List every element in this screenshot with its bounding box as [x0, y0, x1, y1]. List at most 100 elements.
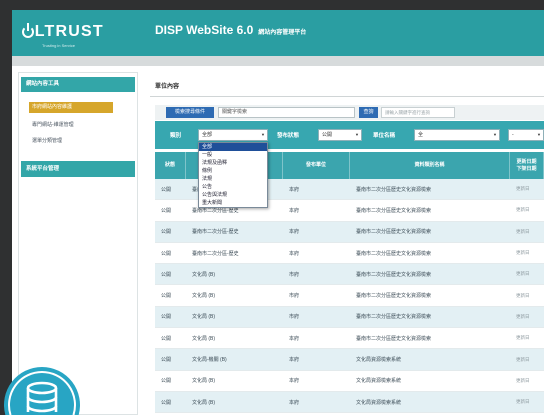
chevron-down-icon: ▼	[261, 132, 265, 137]
logo[interactable]: ULTRUST	[22, 21, 122, 43]
cell-status: 公開	[161, 293, 172, 300]
cell-title[interactable]: 臺南市二次分區-歷史	[186, 243, 283, 263]
cell-status: 公開	[161, 357, 172, 364]
cell-title[interactable]: 文化局 (B)	[186, 371, 283, 391]
cell-status: 公開	[161, 314, 172, 321]
cell-category: 文化局資源檢索系統	[356, 378, 402, 385]
cell-title[interactable]: 文化局 (B)	[186, 392, 283, 412]
table-body: 公開臺南市二次分區-歷史本府臺南市二次分區歷史文化資源檢索更新日公開臺南市二次分…	[155, 179, 544, 414]
cell-status: 公開	[161, 229, 172, 236]
cell-date: 更新日	[516, 186, 530, 192]
unit-select[interactable]: 全 ▼	[414, 129, 500, 141]
table-row[interactable]: 公開 文化局 (B) 本府 文化局資源檢索系統 更新日	[155, 391, 544, 414]
category-dropdown-list: 全部 一般 法規及函釋 條例 法規 公告 公告與法規 重大新聞	[198, 142, 268, 208]
column-header-unit[interactable]: 發布單位	[283, 152, 350, 179]
category-option[interactable]: 法規及函釋	[199, 159, 267, 167]
app-subtitle: 網站內容管理平台	[258, 30, 307, 36]
cell-date: 更新日	[516, 271, 530, 277]
sidebar-section-header[interactable]: 網站內容工具	[21, 77, 135, 92]
cell-category: 文化局資源檢索系統	[356, 357, 402, 364]
cell-title[interactable]: 文化局 (B)	[186, 285, 283, 305]
title-divider	[150, 96, 544, 97]
power-u-icon	[22, 23, 34, 38]
cell-date: 更新日	[516, 292, 530, 298]
sidebar-item-content-maintenance[interactable]: 市府網站內容維護	[29, 102, 113, 113]
cell-date: 更新日	[516, 356, 530, 362]
cell-status: 公開	[161, 378, 172, 385]
chevron-down-icon: ▼	[493, 132, 497, 137]
column-header-status[interactable]: 狀態	[155, 152, 186, 179]
chevron-down-icon: ▼	[355, 132, 359, 137]
status-select-value: 公開	[322, 132, 333, 138]
category-option[interactable]: 公告與法規	[199, 191, 267, 199]
sidebar-item-menu-category[interactable]: 選單分類管理	[29, 136, 113, 147]
cell-date: 更新日	[516, 250, 530, 256]
category-select[interactable]: 全部 ▼	[198, 129, 268, 141]
cell-title[interactable]: 文化局 (B)	[186, 264, 283, 284]
search-hint-field[interactable]: 請輸入關鍵字進行查詢	[381, 107, 455, 118]
cell-unit: 本府	[289, 250, 300, 257]
column-header-date[interactable]: 更新日期 下架日期	[510, 152, 544, 179]
table-row[interactable]: 公開 文化局 (B) 市府 臺南市二次分區歷史文化資源檢索 更新日	[155, 306, 544, 329]
cell-status: 公開	[161, 186, 172, 193]
search-button[interactable]: 查詢	[359, 107, 378, 118]
table-row[interactable]: 公開 文化局-機關 (B) 本府 文化局資源檢索系統 更新日	[155, 349, 544, 371]
table-row[interactable]: 公開 文化局 (B) 市府 臺南市二次分區歷史文化資源檢索 更新日	[155, 264, 544, 286]
cell-category: 臺南市二次分區歷史文化資源檢索	[356, 186, 432, 193]
cell-unit: 本府	[289, 207, 300, 214]
chevron-down-icon: ▼	[537, 132, 541, 137]
cell-unit: 本府	[289, 399, 300, 406]
cell-unit: 市府	[289, 293, 300, 300]
cell-title[interactable]: 文化局 (B)	[186, 307, 283, 327]
table-row[interactable]: 公開 文化局 (B) 市府 臺南市二次分區歷史文化資源檢索 更新日	[155, 285, 544, 307]
cell-status: 公開	[161, 399, 172, 406]
cell-category: 臺南市二次分區歷史文化資源檢索	[356, 250, 432, 257]
cell-unit: 本府	[289, 186, 300, 193]
cell-title[interactable]: 文化局-機關 (B)	[186, 349, 283, 369]
category-option[interactable]: 重大新聞	[199, 199, 267, 207]
cell-category: 臺南市二次分區歷史文化資源檢索	[356, 293, 432, 300]
cell-category: 臺南市二次分區歷史文化資源檢索	[356, 335, 432, 342]
cell-title[interactable]: 文化局 (B)	[186, 328, 283, 348]
category-option[interactable]: 一般	[199, 151, 267, 159]
sidebar-item-site-maintenance[interactable]: 專門網站-維運管理	[29, 120, 113, 131]
app-title: DISP WebSite 6.0 網站內容管理平台	[155, 23, 306, 37]
cell-unit: 本府	[289, 335, 300, 342]
extra-select[interactable]: - ▼	[508, 129, 544, 141]
table-row[interactable]: 公開 文化局 (B) 本府 文化局資源檢索系統 更新日	[155, 371, 544, 392]
category-option[interactable]: 全部	[199, 143, 267, 151]
cell-category: 臺南市二次分區歷史文化資源檢索	[356, 229, 432, 236]
cell-title[interactable]: 臺南市二次分區-歷史	[186, 222, 283, 242]
unit-select-value: 全	[418, 132, 424, 138]
table-row[interactable]: 公開 臺南市二次分區-歷史本府 臺南市二次分區歷史文化資源檢索 更新日	[155, 243, 544, 265]
column-header-category[interactable]: 資料類別名稱	[350, 152, 510, 179]
cell-date: 更新日	[516, 207, 530, 213]
page-title: 單位內容	[155, 84, 180, 90]
category-option[interactable]: 條例	[199, 167, 267, 175]
cell-category: 臺南市二次分區歷史文化資源檢索	[356, 207, 432, 214]
cell-category: 臺南市二次分區歷史文化資源檢索	[356, 271, 432, 278]
cell-status: 公開	[161, 271, 172, 278]
cell-unit: 本府	[289, 378, 300, 385]
cell-date: 更新日	[516, 313, 530, 319]
table-row[interactable]: 公開 臺南市二次分區-歷史本府 臺南市二次分區歷史文化資源檢索 更新日	[155, 221, 544, 243]
sidebar-section-header[interactable]: 系統平台管理	[21, 161, 135, 177]
status-select[interactable]: 公開 ▼	[318, 129, 362, 141]
category-option[interactable]: 法規	[199, 175, 267, 183]
table-row[interactable]: 公開 文化局 (B) 本府 臺南市二次分區歷史文化資源檢索 更新日	[155, 328, 544, 350]
cell-status: 公開	[161, 335, 172, 342]
category-option[interactable]: 公告	[199, 183, 267, 191]
cell-unit: 市府	[289, 314, 300, 321]
category-select-value: 全部	[202, 132, 213, 138]
cell-status: 公開	[161, 207, 172, 214]
main-content: 單位內容 檢索搜尋條件 關鍵字檢索 查詢 請輸入關鍵字進行查詢 類別 全部 ▼ …	[145, 66, 544, 415]
app-window: ULTRUST Trusting in Service DISP WebSite…	[12, 10, 544, 415]
extra-select-value: -	[512, 132, 514, 138]
search-bar: 檢索搜尋條件 關鍵字檢索 查詢 請輸入關鍵字進行查詢	[155, 105, 544, 120]
header-divider-bar	[12, 56, 544, 66]
cell-date: 更新日	[516, 335, 530, 341]
search-label: 檢索搜尋條件	[166, 107, 214, 118]
search-input[interactable]: 關鍵字檢索	[218, 107, 355, 118]
cell-date: 更新日	[516, 228, 530, 234]
status-label: 發布狀態	[277, 133, 300, 139]
